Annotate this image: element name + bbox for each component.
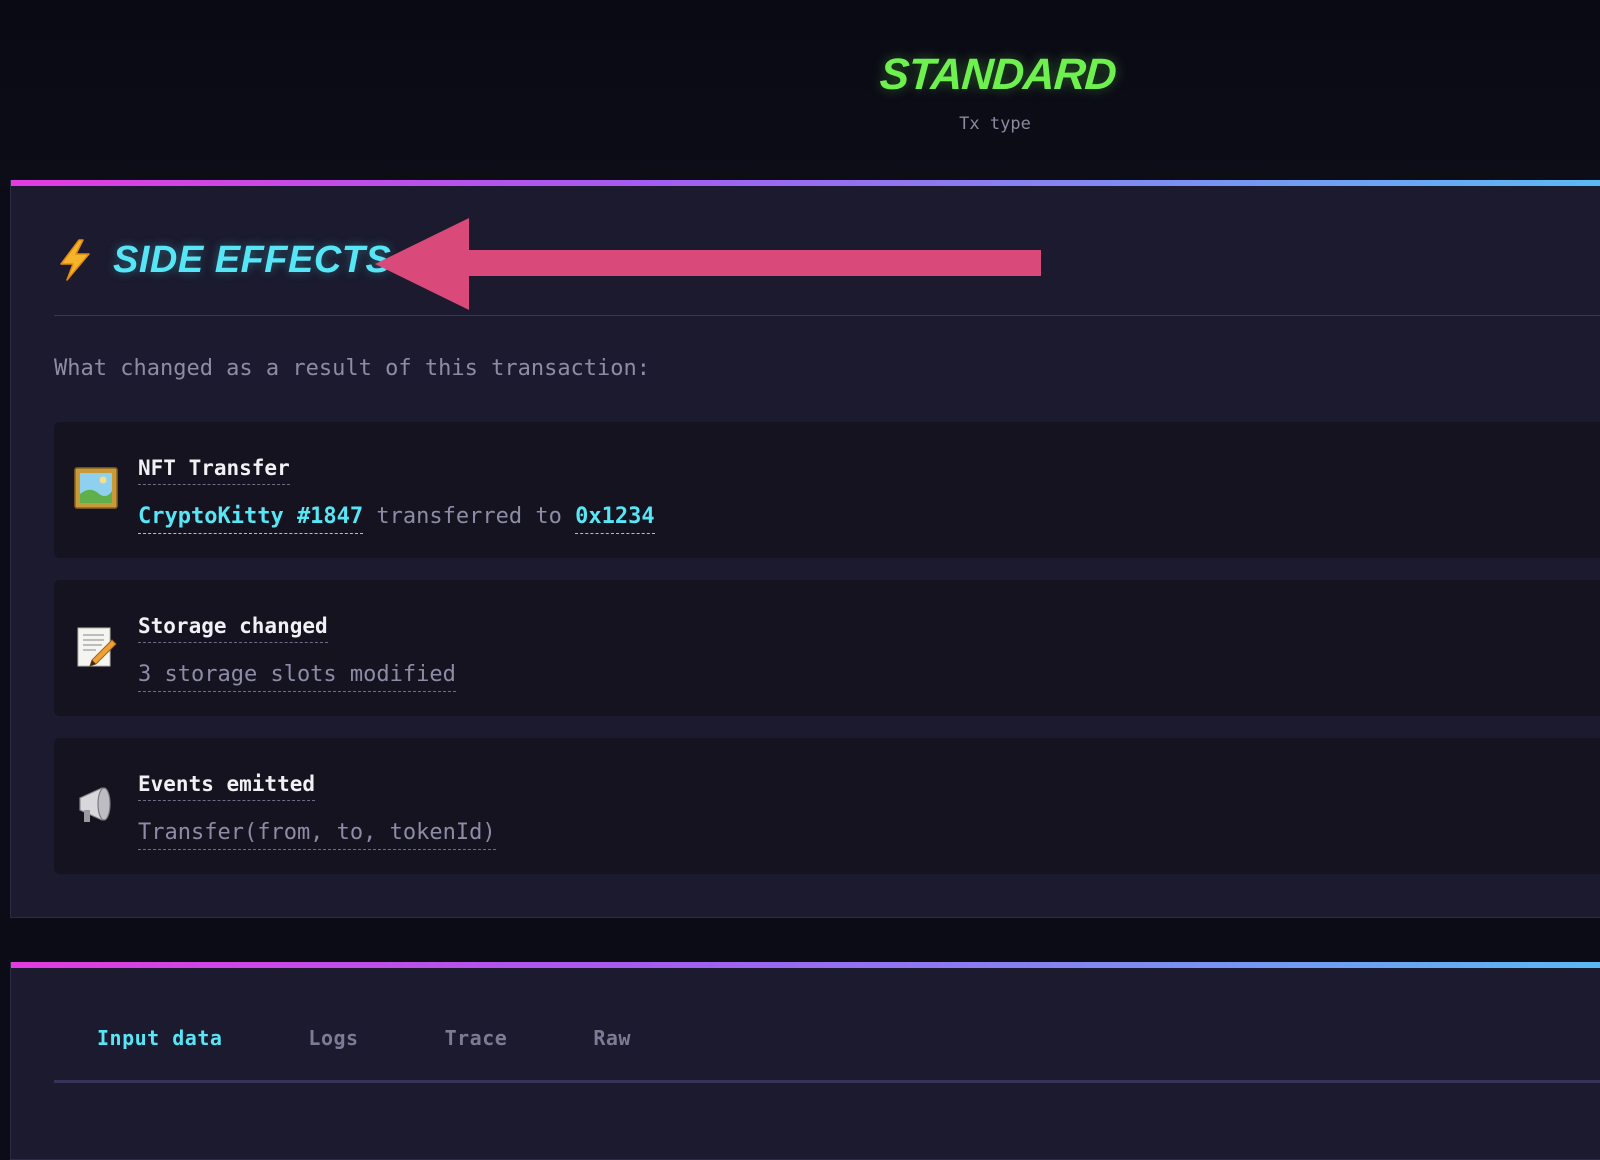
effect-description: 3 storage slots modified <box>138 662 456 692</box>
tab-underline-rule <box>54 1080 1600 1083</box>
transfer-text: transferred to <box>376 504 562 529</box>
effect-description-text: Transfer(from, to, tokenId) <box>138 820 496 850</box>
tab-bar: Input data Logs Trace Raw <box>97 1026 717 1050</box>
details-tabs-card: Input data Logs Trace Raw <box>10 962 1600 1160</box>
effect-description-text: 3 storage slots modified <box>138 662 456 692</box>
effect-item-nft-transfer[interactable]: NFT Transfer CryptoKitty #1847 transferr… <box>54 422 1600 558</box>
effect-title: Storage changed <box>138 614 328 643</box>
effect-description: Transfer(from, to, tokenId) <box>138 820 496 850</box>
effect-title: NFT Transfer <box>138 456 290 485</box>
effect-item-events-emitted[interactable]: Events emitted Transfer(from, to, tokenI… <box>54 738 1600 874</box>
tab-logs[interactable]: Logs <box>308 1026 358 1050</box>
lightning-bolt-icon <box>60 239 90 281</box>
gradient-top-bar <box>11 962 1600 968</box>
effect-description: CryptoKitty #1847 transferred to 0x1234 <box>138 504 655 534</box>
page-header: STANDARD Tx type <box>0 0 1600 186</box>
annotation-arrow-icon <box>375 218 1041 310</box>
tab-raw[interactable]: Raw <box>593 1026 631 1050</box>
tx-type-block: STANDARD Tx type <box>878 50 1118 134</box>
tab-trace[interactable]: Trace <box>445 1026 508 1050</box>
framed-picture-icon <box>74 467 118 509</box>
tx-type-value: STANDARD <box>878 50 1118 99</box>
gradient-top-bar <box>11 180 1600 186</box>
section-intro: What changed as a result of this transac… <box>54 356 651 381</box>
effect-title: Events emitted <box>138 772 316 801</box>
tab-input-data[interactable]: Input data <box>97 1026 222 1050</box>
section-title: SIDE EFFECTS <box>113 238 392 281</box>
tx-type-label: Tx type <box>959 114 1031 134</box>
token-link[interactable]: CryptoKitty #1847 <box>138 504 364 534</box>
memo-pencil-icon <box>77 627 117 667</box>
effect-item-storage-changed[interactable]: Storage changed 3 storage slots modified <box>54 580 1600 716</box>
recipient-address-link[interactable]: 0x1234 <box>575 504 655 534</box>
divider <box>54 315 1600 316</box>
megaphone-icon <box>79 787 111 822</box>
section-header: SIDE EFFECTS <box>55 230 391 290</box>
side-effects-card: SIDE EFFECTS What changed as a result of… <box>10 180 1600 918</box>
